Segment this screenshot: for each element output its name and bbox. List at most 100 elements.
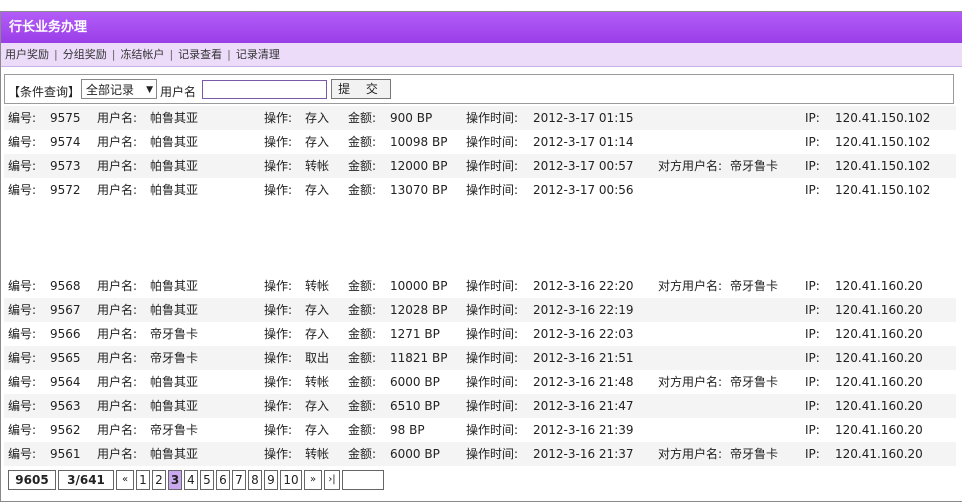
record-row: 编号: 9574 用户名: 帕鲁其亚 操作: 存入 金额: 10098 BP 操作时间: 2012…: [4, 130, 956, 154]
record-ip: 120.41.160.20: [835, 399, 923, 413]
ip-label: IP:: [805, 135, 820, 149]
submit-button[interactable]: 提 交: [331, 79, 391, 99]
record-time: 2012-3-16 21:39: [533, 423, 634, 437]
id-label: 编号:: [8, 159, 37, 173]
target-label: 对方用户名:: [658, 375, 723, 389]
id-label: 编号:: [8, 375, 37, 389]
record-amount: 6510 BP: [390, 399, 440, 413]
op-label: 操作:: [264, 279, 293, 293]
record-amount: 98 BP: [390, 423, 425, 437]
time-label: 操作时间:: [466, 351, 519, 365]
record-ip: 120.41.160.20: [835, 351, 923, 365]
record-op: 存入: [305, 111, 330, 125]
record-time: 2012-3-16 22:20: [533, 279, 634, 293]
record-target: 帝牙鲁卡: [730, 159, 779, 173]
ip-label: IP:: [805, 351, 820, 365]
page-button-4[interactable]: 4: [184, 470, 198, 490]
record-op: 存入: [305, 423, 330, 437]
op-label: 操作:: [264, 327, 293, 341]
record-row: 编号: 9565 用户名: 帝牙鲁卡 操作: 取出 金额: 11821 BP 操作时间: 2012…: [4, 346, 956, 370]
page-button-8[interactable]: 8: [248, 470, 262, 490]
menu-user-reward[interactable]: 用户奖励: [5, 48, 49, 61]
menu-group-reward[interactable]: 分组奖励: [63, 48, 107, 61]
amount-label: 金额:: [348, 447, 377, 461]
record-user: 帕鲁其亚: [150, 159, 199, 173]
record-op: 存入: [305, 135, 330, 149]
record-id: 9566: [50, 327, 81, 341]
menu-freeze-account[interactable]: 冻结帐户: [120, 48, 164, 61]
menu-view-records[interactable]: 记录查看: [178, 48, 222, 61]
record-amount: 10098 BP: [390, 135, 448, 149]
jump-page-input[interactable]: [342, 470, 384, 490]
page-button-10[interactable]: 10: [280, 470, 302, 490]
dropdown-arrow-icon: ▼: [146, 85, 153, 95]
op-label: 操作:: [264, 111, 293, 125]
amount-label: 金额:: [348, 375, 377, 389]
username-input[interactable]: [202, 80, 327, 99]
amount-label: 金额:: [348, 135, 377, 149]
record-user: 帕鲁其亚: [150, 135, 199, 149]
record-user: 帕鲁其亚: [150, 279, 199, 293]
search-label: 【条件查询】: [8, 85, 81, 99]
record-amount: 13070 BP: [390, 183, 448, 197]
op-label: 操作:: [264, 351, 293, 365]
record-op: 转帐: [305, 279, 330, 293]
id-label: 编号:: [8, 303, 37, 317]
last-page-button[interactable]: ›|: [324, 470, 340, 490]
first-page-button[interactable]: «: [116, 470, 134, 490]
ip-label: IP:: [805, 159, 820, 173]
op-label: 操作:: [264, 159, 293, 173]
page-button-3[interactable]: 3: [168, 470, 182, 490]
id-label: 编号:: [8, 423, 37, 437]
time-label: 操作时间:: [466, 111, 519, 125]
record-id: 9561: [50, 447, 81, 461]
target-label: 对方用户名:: [658, 159, 723, 173]
ip-label: IP:: [805, 183, 820, 197]
user-label: 用户名:: [97, 351, 138, 365]
menu-separator: |: [54, 48, 58, 61]
record-amount: 12000 BP: [390, 159, 448, 173]
target-label: 对方用户名:: [658, 447, 723, 461]
page-button-6[interactable]: 6: [216, 470, 230, 490]
page-button-7[interactable]: 7: [232, 470, 246, 490]
page-button-9[interactable]: 9: [264, 470, 278, 490]
record-time: 2012-3-16 22:03: [533, 327, 634, 341]
record-id: 9575: [50, 111, 81, 125]
record-time: 2012-3-17 00:57: [533, 159, 634, 173]
record-amount: 11821 BP: [390, 351, 448, 365]
id-label: 编号:: [8, 351, 37, 365]
record-ip: 120.41.160.20: [835, 279, 923, 293]
time-label: 操作时间:: [466, 375, 519, 389]
time-label: 操作时间:: [466, 447, 519, 461]
page-button-2[interactable]: 2: [152, 470, 166, 490]
time-label: 操作时间:: [466, 279, 519, 293]
time-label: 操作时间:: [466, 399, 519, 413]
record-amount: 6000 BP: [390, 375, 440, 389]
user-label: 用户名:: [97, 111, 138, 125]
record-id: 9568: [50, 279, 81, 293]
record-op: 转帐: [305, 159, 330, 173]
menu-clear-records[interactable]: 记录清理: [236, 48, 280, 61]
record-id: 9574: [50, 135, 81, 149]
menu-separator: |: [227, 48, 231, 61]
record-id: 9572: [50, 183, 81, 197]
op-label: 操作:: [264, 183, 293, 197]
op-label: 操作:: [264, 399, 293, 413]
record-filter-select[interactable]: 全部记录 ▼: [81, 79, 157, 99]
record-row: 编号: 9564 用户名: 帕鲁其亚 操作: 转帐 金额: 6000 BP 操作时间: 2012-…: [4, 370, 956, 394]
record-ip: 120.41.150.102: [835, 159, 931, 173]
amount-label: 金额:: [348, 327, 377, 341]
time-label: 操作时间:: [466, 159, 519, 173]
record-id: 9573: [50, 159, 81, 173]
user-label: 用户名:: [97, 279, 138, 293]
amount-label: 金额:: [348, 183, 377, 197]
record-row: 编号: 9568 用户名: 帕鲁其亚 操作: 转帐 金额: 10000 BP 操作时间: 2012…: [4, 274, 956, 298]
record-target: 帝牙鲁卡: [730, 279, 779, 293]
record-amount: 12028 BP: [390, 303, 448, 317]
record-time: 2012-3-17 01:15: [533, 111, 634, 125]
user-label: 用户名:: [97, 183, 138, 197]
record-time: 2012-3-17 00:56: [533, 183, 634, 197]
next-page-button[interactable]: »: [304, 470, 322, 490]
page-button-5[interactable]: 5: [200, 470, 214, 490]
page-button-1[interactable]: 1: [136, 470, 150, 490]
